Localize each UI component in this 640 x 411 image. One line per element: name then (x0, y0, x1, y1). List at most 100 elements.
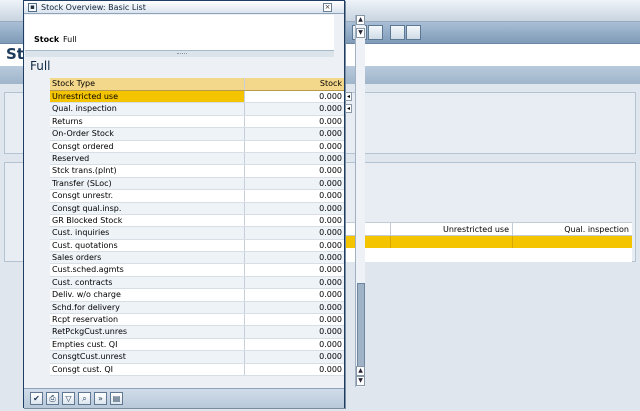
window-icon[interactable]: ▪ (28, 3, 37, 12)
table-row[interactable]: GR Blocked Stock 0.000 (50, 214, 344, 228)
table-row[interactable]: Cust. quotations 0.000 (50, 239, 344, 253)
expand-icon[interactable]: ◂ (345, 92, 352, 101)
stock-type-cell[interactable]: Reserved (50, 152, 245, 165)
stock-type-cell[interactable]: Cust. contracts (50, 276, 245, 289)
stock-type-cell[interactable]: Returns (50, 115, 245, 128)
details-button[interactable]: ▤ (110, 392, 123, 405)
stock-type-cell[interactable]: Consgt unrestr. (50, 190, 245, 202)
stock-value-cell[interactable]: 0.000 (245, 314, 344, 325)
stock-type-cell[interactable]: GR Blocked Stock (50, 214, 245, 227)
stock-value-cell[interactable]: 0.000 (245, 240, 344, 251)
scroll-thumb[interactable] (357, 283, 365, 373)
stock-value-cell[interactable]: 0.000 (245, 153, 344, 164)
stock-type-cell[interactable]: Schd.for delivery (50, 301, 245, 314)
expand-icon[interactable]: ◂ (345, 104, 352, 113)
table-row[interactable]: Schd.for delivery 0.000 (50, 301, 344, 315)
table-row[interactable]: ConsgtCust.unrest 0.000 (50, 351, 344, 364)
stock-value-cell[interactable]: 0.000 (245, 128, 344, 139)
table-row[interactable]: RetPckgCust.unres 0.000 (50, 326, 344, 339)
stock-value-cell[interactable]: 0.000 (245, 302, 344, 313)
stock-type-cell[interactable]: Transfer (SLoc) (50, 177, 245, 190)
stock-value-cell[interactable]: 0.000 (245, 190, 344, 201)
column-header-stock[interactable]: Stock (245, 78, 344, 90)
layout-icon[interactable] (406, 25, 421, 40)
table-row[interactable]: Transfer (SLoc) 0.000 (50, 177, 344, 191)
table-row[interactable]: Cust. inquiries 0.000 (50, 227, 344, 240)
stock-type-cell[interactable]: On-Order Stock (50, 128, 245, 140)
table-row[interactable]: Deliv. w/o charge 0.000 (50, 289, 344, 302)
stock-value-cell[interactable]: 0.000 (245, 289, 344, 300)
stock-value-cell[interactable]: 0.000 (245, 178, 344, 189)
stock-value-cell[interactable]: 0.000 (245, 91, 344, 103)
find-button[interactable]: ⌕ (78, 392, 91, 405)
table-row[interactable]: Consgt unrestr. 0.000 (50, 190, 344, 203)
stock-value-cell[interactable]: 0.000 (245, 351, 344, 362)
stock-type-cell[interactable]: Stck trans.(plnt) (50, 165, 245, 177)
stock-label: Stock (34, 35, 60, 44)
dialog-title: Stock Overview: Basic List (41, 3, 146, 12)
stock-type-cell[interactable]: Cust. inquiries (50, 227, 245, 239)
stock-type-cell[interactable]: Cust.sched.agmts (50, 264, 245, 276)
vertical-scrollbar[interactable]: ▲ ▼ ▲ ▼ (355, 15, 365, 387)
grip-icon (177, 53, 187, 55)
table-row[interactable]: Cust. contracts 0.000 (50, 276, 344, 290)
stock-type-cell[interactable]: RetPckgCust.unres (50, 326, 245, 338)
column-header-stock-type[interactable]: Stock Type (50, 78, 245, 90)
grid-cell (390, 236, 512, 248)
back-icon[interactable] (368, 25, 383, 40)
stock-type-cell[interactable]: Cust. quotations (50, 239, 245, 252)
check-button[interactable]: ✔ (30, 392, 43, 405)
scroll-down-icon[interactable]: ▼ (356, 28, 365, 38)
table-row[interactable]: Sales orders 0.000 (50, 252, 344, 265)
help-icon[interactable] (390, 25, 405, 40)
filter-button[interactable]: ▽ (62, 392, 75, 405)
stock-value-cell[interactable]: 0.000 (245, 141, 344, 152)
background-page-title: St (6, 45, 24, 63)
stock-type-cell[interactable]: Sales orders (50, 252, 245, 264)
table-row[interactable]: Consgt qual.insp. 0.000 (50, 202, 344, 215)
table-row[interactable]: Stck trans.(plnt) 0.000 (50, 165, 344, 178)
stock-type-cell[interactable]: Empties cust. QI (50, 338, 245, 351)
table-row[interactable]: Unrestricted use 0.000 (50, 91, 344, 104)
stock-value-cell[interactable]: 0.000 (245, 215, 344, 226)
stock-value-cell[interactable]: 0.000 (245, 203, 344, 214)
stock-value-cell[interactable]: 0.000 (245, 103, 344, 114)
print-button[interactable]: ⎙ (46, 392, 59, 405)
stock-type-cell[interactable]: Consgt ordered (50, 140, 245, 152)
stock-value-cell[interactable]: 0.000 (245, 252, 344, 263)
stock-type-cell[interactable]: Consgt cust. QI (50, 363, 245, 375)
stock-value-cell[interactable]: 0.000 (245, 165, 344, 176)
table-row[interactable]: Rcpt reservation 0.000 (50, 314, 344, 327)
grid-header-unrestricted[interactable]: Unrestricted use (390, 223, 512, 236)
stock-value-cell[interactable]: 0.000 (245, 277, 344, 288)
stock-type-cell[interactable]: Deliv. w/o charge (50, 289, 245, 301)
stock-value-cell[interactable]: 0.000 (245, 264, 344, 275)
grid-header-qual-inspection[interactable]: Qual. inspection (512, 223, 632, 236)
stock-type-cell[interactable]: Rcpt reservation (50, 314, 245, 326)
find-next-button[interactable]: » (94, 392, 107, 405)
table-row[interactable]: Returns 0.000 (50, 115, 344, 129)
stock-type-cell[interactable]: Qual. inspection (50, 103, 245, 115)
stock-value-cell[interactable]: 0.000 (245, 116, 344, 127)
stock-value-cell[interactable]: 0.000 (245, 339, 344, 350)
table-row[interactable]: Consgt ordered 0.000 (50, 140, 344, 153)
table-row[interactable]: Cust.sched.agmts 0.000 (50, 264, 344, 277)
close-icon[interactable]: × (323, 3, 332, 12)
scroll-up-icon[interactable]: ▲ (356, 366, 365, 376)
table-row[interactable]: Reserved 0.000 (50, 152, 344, 166)
stock-value-cell[interactable]: 0.000 (245, 364, 344, 375)
table-row[interactable]: Empties cust. QI 0.000 (50, 338, 344, 352)
table-row[interactable]: Consgt cust. QI 0.000 (50, 363, 344, 376)
scroll-down-icon[interactable]: ▼ (356, 376, 365, 386)
background-grid-selected-row[interactable] (345, 236, 632, 248)
stock-value-cell[interactable]: 0.000 (245, 326, 344, 337)
list-title-text: Full (30, 59, 51, 73)
table-row[interactable]: On-Order Stock 0.000 (50, 128, 344, 141)
scroll-up-icon[interactable]: ▲ (356, 15, 365, 25)
dialog-titlebar[interactable]: ▪ Stock Overview: Basic List × (24, 1, 344, 14)
stock-type-cell[interactable]: ConsgtCust.unrest (50, 351, 245, 363)
stock-value-cell[interactable]: 0.000 (245, 227, 344, 238)
stock-type-cell[interactable]: Consgt qual.insp. (50, 202, 245, 214)
table-row[interactable]: Qual. inspection 0.000 (50, 103, 344, 116)
stock-type-cell[interactable]: Unrestricted use (50, 91, 245, 103)
